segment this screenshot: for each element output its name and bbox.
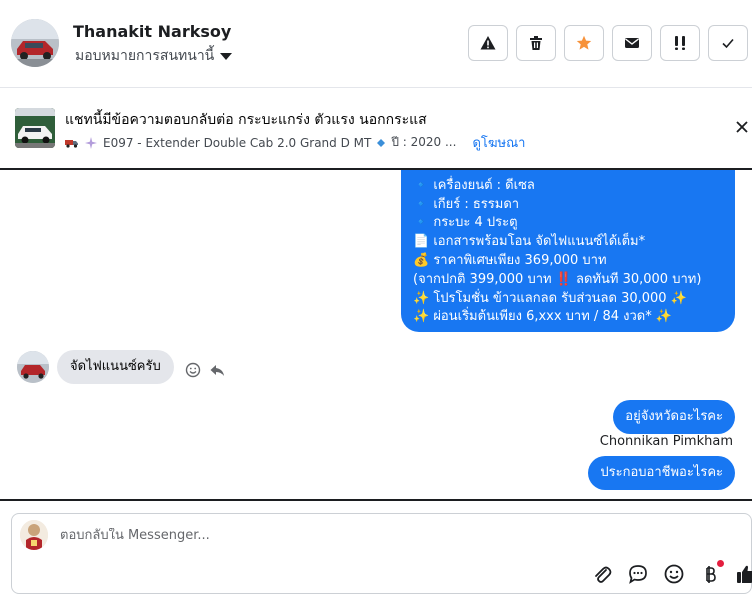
contact-avatar[interactable]	[11, 19, 59, 67]
emoji-button[interactable]	[663, 563, 685, 585]
reply-composer	[11, 513, 752, 594]
banner-subtitle-suffix: ปี : 2020 ...	[391, 135, 457, 149]
reply-icon[interactable]	[209, 362, 225, 378]
contact-avatar-small[interactable]	[17, 351, 49, 383]
ad-thumbnail[interactable]	[15, 108, 55, 148]
view-ad-link[interactable]: ดูโฆษณา	[472, 132, 525, 153]
conversation-header: Thanakit Narksoy มอบหมายการสนทนานี้	[0, 0, 752, 88]
mark-done-button[interactable]	[708, 25, 748, 61]
banner-subtitle: E097 - Extender Double Cab 2.0 Grand D M…	[103, 135, 372, 150]
report-spam-button[interactable]	[468, 25, 508, 61]
assign-conversation-dropdown[interactable]: มอบหมายการสนทนานี้	[75, 45, 233, 67]
message-thread[interactable]: 🔹 ปี : 2020 🔹 เครื่องยนต์ : ดีเซล 🔹 เกีย…	[0, 168, 752, 501]
delete-button[interactable]	[516, 25, 556, 61]
caret-down-icon	[220, 52, 233, 60]
close-icon[interactable]	[734, 119, 750, 135]
react-smiley-icon[interactable]	[185, 362, 201, 378]
message-line: ✨ ผ่อนเริ่มต้นเพียง 6,xxx บาท / 84 งวด* …	[413, 309, 673, 325]
message-line: 🔹 กระบะ 4 ประตู	[413, 215, 518, 231]
star-button[interactable]	[564, 25, 604, 61]
message-line: ✨ โปรโมชั่น ข้าวแลกลด รับส่วนลด 30,000 ✨	[413, 290, 687, 306]
message-line: 💰 ราคาพิเศษเพียง 369,000 บาท	[413, 252, 607, 268]
banner-subtitle-row: E097 - Extender Double Cab 2.0 Grand D M…	[65, 132, 525, 153]
message-line: (จากปกติ 399,000 บาท ‼️ ลดทันที 30,000 บ…	[413, 271, 702, 287]
message-line: 🔹 เครื่องยนต์ : ดีเซล	[413, 177, 535, 193]
thumbs-up-icon	[737, 565, 752, 583]
envelope-icon	[625, 38, 639, 48]
star-icon	[576, 35, 592, 50]
like-button[interactable]	[735, 563, 752, 585]
ad-context-banner: แชทนี้มีข้อความตอบกลับต่อ กระบะแกร่ง ตัว…	[0, 88, 752, 168]
composer-toolbar	[591, 560, 752, 585]
attach-button[interactable]	[591, 563, 613, 585]
smiley-icon	[664, 564, 684, 584]
follow-up-button[interactable]	[660, 25, 700, 61]
saved-replies-button[interactable]	[627, 563, 649, 585]
incoming-message[interactable]: จัดไฟแนนซ์ครับ	[57, 350, 174, 384]
double-exclamation-icon	[675, 36, 685, 50]
sparkle-icon	[85, 136, 97, 149]
outgoing-message[interactable]: อยู่จังหวัดอะไรคะ	[613, 400, 735, 434]
outgoing-message[interactable]: ประกอบอาชีพอะไรคะ	[588, 456, 735, 490]
reply-input[interactable]	[60, 528, 620, 543]
page-avatar	[20, 520, 48, 550]
banner-title: แชทนี้มีข้อความตอบกลับต่อ กระบะแกร่ง ตัว…	[65, 112, 427, 128]
trash-icon	[530, 36, 542, 50]
message-line: 🔹 ปี : 2020	[413, 170, 723, 177]
small-diamond-icon	[377, 138, 386, 147]
outgoing-message-car-details[interactable]: 🔹 ปี : 2020 🔹 เครื่องยนต์ : ดีเซล 🔹 เกีย…	[401, 170, 735, 332]
assign-label: มอบหมายการสนทนานี้	[75, 48, 215, 64]
mark-unread-button[interactable]	[612, 25, 652, 61]
chat-bubble-icon	[629, 565, 647, 584]
paperclip-icon	[595, 566, 612, 583]
warning-icon	[480, 36, 496, 50]
header-actions	[468, 25, 748, 61]
truck-icon	[65, 139, 78, 148]
sender-name: Chonnikan Pimkham	[599, 434, 733, 449]
notification-dot	[717, 560, 724, 567]
message-line: 📄 เอกสารพร้อมโอน จัดไฟแนนซ์ได้เต็ม*	[413, 234, 646, 250]
message-line: 🔹 เกียร์ : ธรรมดา	[413, 196, 520, 212]
payment-button[interactable]	[699, 560, 724, 585]
contact-name: Thanakit Narksoy	[73, 22, 232, 41]
check-icon	[722, 38, 734, 49]
